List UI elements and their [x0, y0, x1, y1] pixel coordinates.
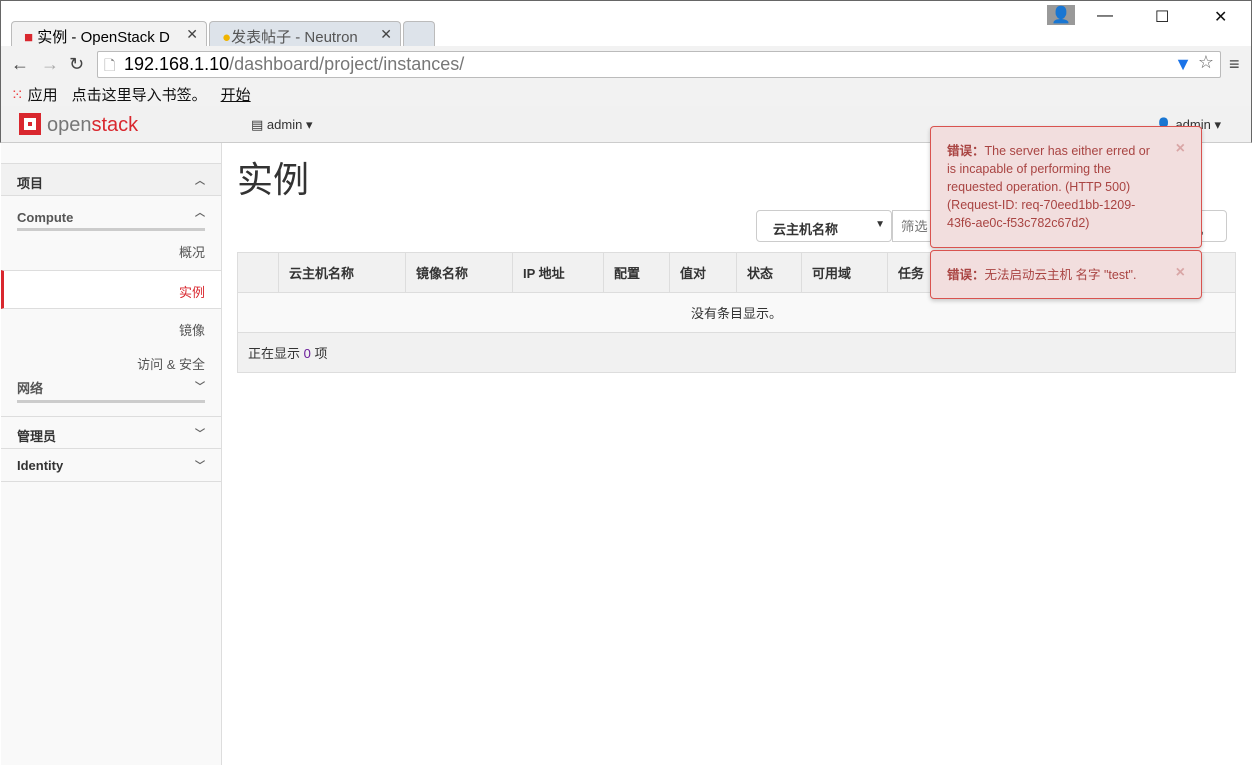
- sidebar: 项目 ︿ Compute ︿ 概况 实例 镜像 访问 & 安全 网络 ﹀ 管理员 ﹀ I…: [1, 143, 222, 765]
- profile-icon[interactable]: 👤: [1047, 5, 1075, 25]
- close-window-button[interactable]: ✕: [1214, 7, 1227, 27]
- column-header[interactable]: 镜像名称: [405, 252, 513, 293]
- error-alert: 错误：无法启动云主机 名字 "test". ×: [930, 250, 1202, 299]
- browser-chrome: ■ 实例 - OpenStack D ✕ ●发表帖子 - Neutron ✕ 👤 —…: [0, 0, 1252, 106]
- back-icon[interactable]: ←: [11, 54, 29, 75]
- project-dropdown[interactable]: ▤ admin ▾: [251, 117, 312, 133]
- bookmark-start[interactable]: 开始: [221, 87, 251, 104]
- chevron-down-icon: ﹀: [195, 382, 205, 393]
- sidebar-item-access-security[interactable]: 访问 & 安全: [1, 348, 221, 378]
- chevron-up-icon: ︿: [195, 176, 205, 187]
- tab-instances[interactable]: ■ 实例 - OpenStack D ✕: [11, 21, 207, 46]
- table-footer: 正在显示 0 项: [237, 332, 1236, 373]
- chevron-up-icon: ︿: [195, 208, 205, 219]
- extension-icon[interactable]: ▼: [1174, 54, 1192, 75]
- address-bar[interactable]: 🗋 192.168.1.10/dashboard/project/instance…: [97, 51, 1221, 78]
- close-icon[interactable]: ×: [1176, 264, 1185, 282]
- select-all-checkbox[interactable]: [237, 252, 279, 293]
- sidebar-item-instances[interactable]: 实例: [1, 270, 221, 309]
- openstack-favicon-icon: ■: [24, 29, 34, 46]
- favicon-icon: ●: [222, 29, 232, 46]
- menu-icon[interactable]: ≡: [1229, 54, 1240, 75]
- caret-down-icon: ▼: [875, 219, 885, 230]
- sidebar-section-admin[interactable]: 管理员 ﹀: [1, 416, 221, 449]
- minimize-button[interactable]: —: [1097, 7, 1113, 25]
- sidebar-section-identity[interactable]: Identity ﹀: [1, 449, 221, 482]
- openstack-logo[interactable]: openstack: [19, 113, 138, 137]
- error-alert: 错误：The server has either erred or is inc…: [930, 126, 1202, 248]
- close-tab-icon[interactable]: ✕: [186, 26, 198, 43]
- star-icon[interactable]: ☆: [1198, 52, 1214, 73]
- close-tab-icon[interactable]: ✕: [380, 26, 392, 43]
- column-header[interactable]: 值对: [669, 252, 737, 293]
- bookmark-import[interactable]: 点击这里导入书签。: [72, 87, 207, 104]
- page-icon: 🗋: [104, 57, 116, 73]
- sidebar-panel-network[interactable]: 网络 ﹀: [1, 378, 221, 403]
- column-header[interactable]: 可用域: [801, 252, 888, 293]
- project-icon: ▤: [251, 117, 264, 132]
- column-header[interactable]: 状态: [736, 252, 802, 293]
- new-tab-button[interactable]: [403, 21, 435, 46]
- reload-icon[interactable]: ↻: [69, 54, 84, 75]
- forward-icon[interactable]: →: [41, 54, 59, 75]
- sidebar-item-overview[interactable]: 概况: [1, 231, 221, 270]
- column-header[interactable]: 配置: [603, 252, 670, 293]
- sidebar-panel-compute[interactable]: Compute ︿: [1, 196, 221, 231]
- chevron-down-icon: ﹀: [195, 461, 205, 472]
- maximize-button[interactable]: ☐: [1155, 7, 1169, 27]
- column-header[interactable]: 云主机名称: [278, 252, 406, 293]
- bookmark-apps[interactable]: 应用: [28, 87, 58, 104]
- sidebar-section-project[interactable]: 项目 ︿: [1, 163, 221, 196]
- close-icon[interactable]: ×: [1176, 140, 1185, 158]
- apps-icon: ⁙: [11, 87, 24, 104]
- filter-field-select[interactable]: 云主机名称 ▼: [756, 210, 892, 242]
- sidebar-item-images[interactable]: 镜像: [1, 309, 221, 348]
- tab-neutron[interactable]: ●发表帖子 - Neutron ✕: [209, 21, 401, 46]
- chevron-down-icon: ﹀: [195, 429, 205, 440]
- column-header[interactable]: IP 地址: [512, 252, 604, 293]
